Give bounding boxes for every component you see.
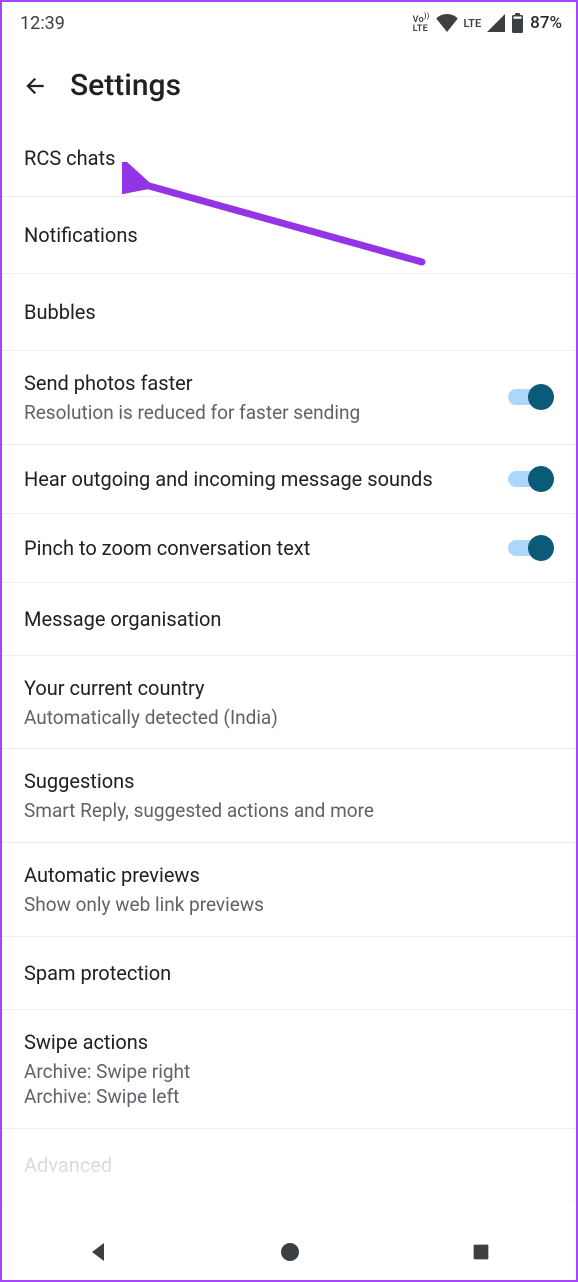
toggle-zoom[interactable] (508, 535, 554, 561)
row-spam-protection[interactable]: Spam protection (2, 936, 576, 1010)
row-bubbles[interactable]: Bubbles (2, 273, 576, 351)
row-message-sounds[interactable]: Hear outgoing and incoming message sound… (2, 444, 576, 514)
nav-back-button[interactable] (86, 1240, 110, 1264)
lte-icon: LTE (464, 17, 482, 30)
nav-recent-button[interactable] (470, 1241, 492, 1263)
row-title: Advanced (24, 1151, 554, 1179)
row-subtitle-2: Archive: Swipe left (24, 1084, 554, 1110)
row-title: RCS chats (24, 144, 554, 172)
row-title: Suggestions (24, 767, 554, 795)
triangle-back-icon (86, 1240, 110, 1264)
toggle-send-photos[interactable] (508, 384, 554, 410)
back-button[interactable] (22, 73, 48, 99)
row-title: Automatic previews (24, 861, 554, 889)
system-nav-bar (2, 1224, 576, 1280)
row-title: Message organisation (24, 605, 554, 633)
row-pinch-zoom[interactable]: Pinch to zoom conversation text (2, 513, 576, 583)
row-subtitle: Smart Reply, suggested actions and more (24, 798, 554, 824)
square-recent-icon (470, 1241, 492, 1263)
toggle-sounds[interactable] (508, 466, 554, 492)
row-title: Swipe actions (24, 1028, 554, 1056)
row-rcs-chats[interactable]: RCS chats (2, 120, 576, 197)
row-advanced[interactable]: Advanced (2, 1128, 576, 1202)
row-title: Pinch to zoom conversation text (24, 534, 496, 562)
row-subtitle-1: Archive: Swipe right (24, 1059, 554, 1085)
row-subtitle: Show only web link previews (24, 892, 554, 918)
row-current-country[interactable]: Your current country Automatically detec… (2, 655, 576, 750)
app-header: Settings (2, 38, 576, 121)
arrow-back-icon (22, 73, 48, 99)
row-title: Notifications (24, 221, 554, 249)
circle-home-icon (278, 1240, 302, 1264)
row-automatic-previews[interactable]: Automatic previews Show only web link pr… (2, 842, 576, 937)
row-title: Your current country (24, 674, 554, 702)
row-message-organisation[interactable]: Message organisation (2, 582, 576, 656)
status-icons: Vo))LTE LTE 87% (413, 12, 562, 34)
row-send-photos-faster[interactable]: Send photos faster Resolution is reduced… (2, 350, 576, 445)
nav-home-button[interactable] (278, 1240, 302, 1264)
page-title: Settings (70, 68, 181, 103)
row-title: Spam protection (24, 959, 554, 987)
volte-icon: Vo))LTE (413, 12, 430, 34)
row-title: Bubbles (24, 298, 554, 326)
status-bar: 12:39 Vo))LTE LTE 87% (2, 2, 576, 38)
signal-icon (487, 14, 505, 32)
row-title: Send photos faster (24, 369, 496, 397)
row-subtitle: Resolution is reduced for faster sending (24, 400, 496, 426)
wifi-icon (436, 14, 458, 32)
battery-icon (511, 13, 524, 33)
battery-percent: 87% (530, 13, 562, 33)
clock-text: 12:39 (20, 13, 65, 34)
row-subtitle: Automatically detected (India) (24, 705, 554, 731)
row-suggestions[interactable]: Suggestions Smart Reply, suggested actio… (2, 748, 576, 843)
settings-list: RCS chats Notifications Bubbles Send pho… (2, 120, 576, 1202)
row-title: Hear outgoing and incoming message sound… (24, 465, 496, 493)
row-swipe-actions[interactable]: Swipe actions Archive: Swipe right Archi… (2, 1009, 576, 1129)
row-notifications[interactable]: Notifications (2, 196, 576, 274)
